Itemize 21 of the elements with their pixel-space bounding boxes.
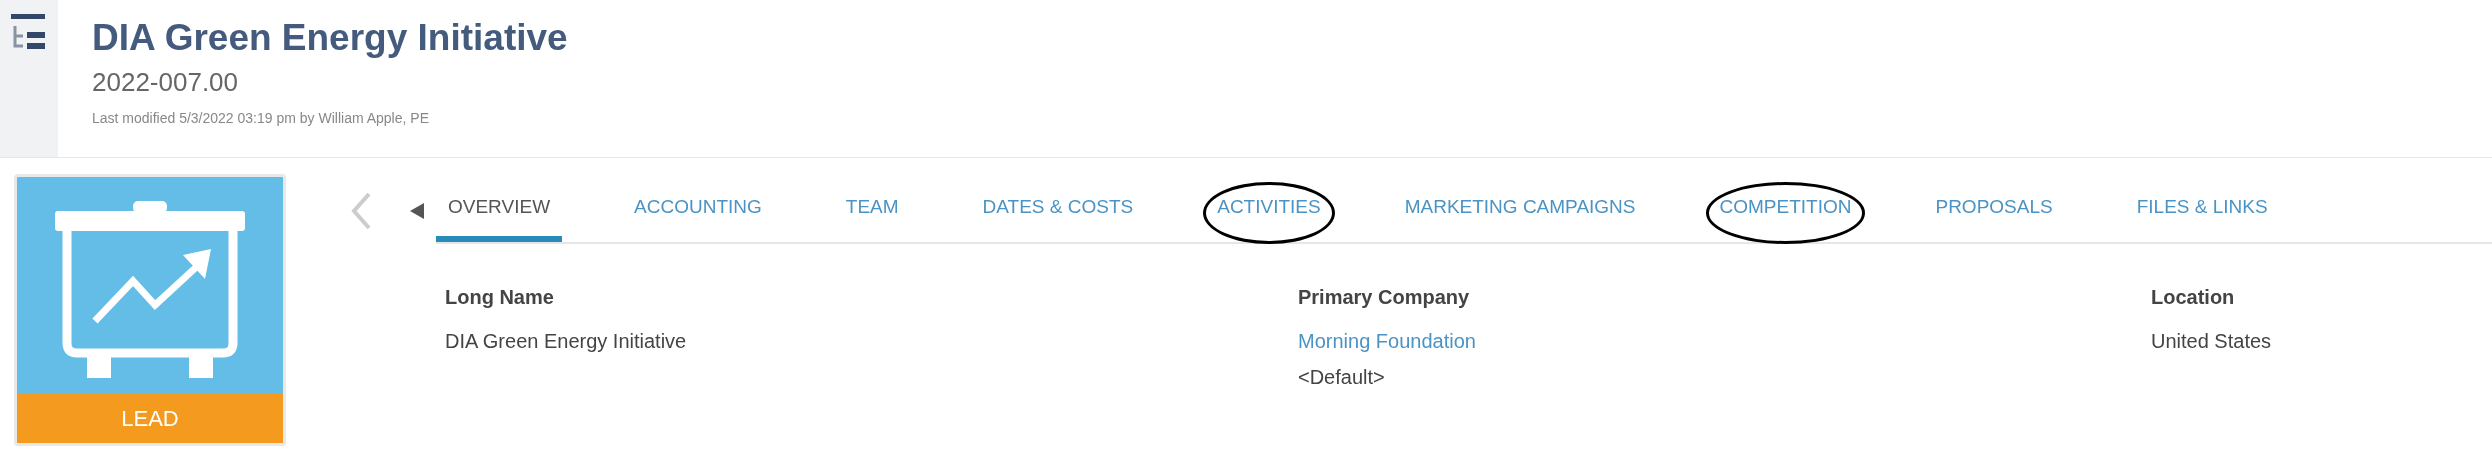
tab[interactable]: DATES & COSTS bbox=[982, 178, 1134, 242]
field-label: Location bbox=[2151, 285, 2235, 310]
tab[interactable]: FILES & LINKS bbox=[2136, 178, 2268, 242]
tab[interactable]: ACCOUNTING bbox=[634, 178, 762, 242]
project-number: 2022-007.00 bbox=[92, 66, 240, 99]
field-label: Primary Company bbox=[1298, 285, 1470, 310]
company-link[interactable]: Morning Foundation bbox=[1298, 326, 1476, 356]
last-modified-text: Last modified 5/3/2022 03:19 pm by William Apple, PE bbox=[92, 109, 430, 128]
tab[interactable]: TEAM bbox=[845, 178, 899, 242]
tab[interactable]: ACTIVITIES bbox=[1217, 178, 1321, 242]
field-label: Long Name bbox=[445, 285, 554, 310]
project-title: DIA Green Energy Initiative bbox=[92, 16, 568, 60]
field-value: United States bbox=[2151, 329, 2272, 354]
tab[interactable]: PROPOSALS bbox=[1935, 178, 2053, 242]
scroll-left-icon[interactable] bbox=[410, 203, 424, 219]
status-label: LEAD bbox=[17, 393, 283, 443]
field-value: <Default> bbox=[1298, 365, 1385, 390]
tab[interactable]: COMPETITION bbox=[1719, 178, 1852, 242]
tab[interactable]: OVERVIEW bbox=[436, 178, 563, 242]
tab[interactable]: MARKETING CAMPAIGNS bbox=[1404, 178, 1636, 242]
field-value: DIA Green Energy Initiative bbox=[445, 329, 687, 354]
